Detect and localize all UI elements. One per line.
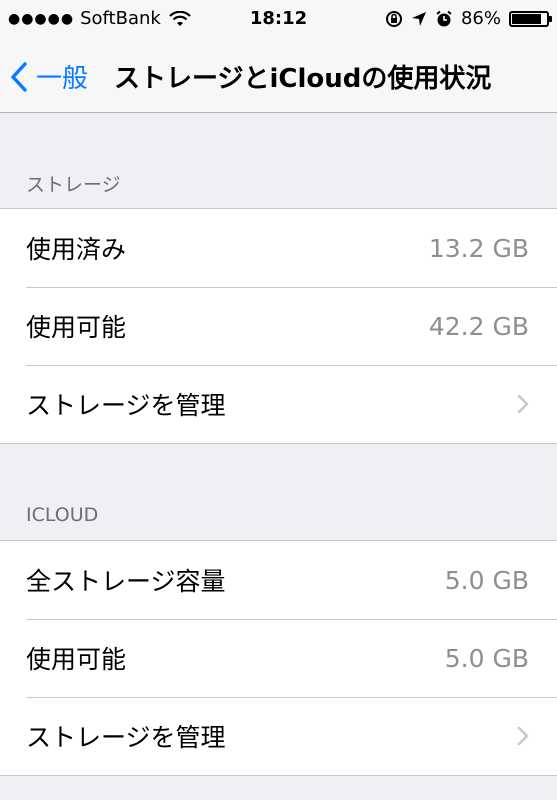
row-label: 全ストレージ容量	[26, 567, 226, 596]
chevron-right-icon	[517, 394, 529, 414]
row-manage-storage[interactable]: ストレージを管理	[0, 365, 557, 443]
chevron-right-icon	[517, 726, 529, 746]
section-header-storage: ストレージ	[26, 174, 121, 196]
rotation-lock-icon	[385, 10, 402, 27]
row-value: 13.2 GB	[428, 233, 529, 263]
row-label: ストレージを管理	[26, 391, 226, 420]
row-label: 使用済み	[26, 235, 127, 264]
row-total-storage: 全ストレージ容量 5.0 GB	[0, 541, 557, 619]
alarm-icon	[436, 10, 452, 26]
back-button[interactable]: 一般	[10, 58, 88, 95]
icloud-group: 全ストレージ容量 5.0 GB 使用可能 5.0 GB ストレージを管理	[0, 540, 557, 776]
navigation-bar: 一般 ストレージとiCloudの使用状況	[0, 40, 557, 113]
battery-percent: 86%	[460, 8, 501, 29]
page-title: ストレージとiCloudの使用状況	[114, 64, 492, 94]
back-button-label: 一般	[36, 64, 89, 94]
row-value: 5.0 GB	[444, 565, 529, 595]
row-available: 使用可能 42.2 GB	[0, 287, 557, 365]
status-bar: ●●●●● SoftBank 18:12 86%	[0, 0, 557, 40]
battery-icon	[509, 10, 552, 27]
row-value: 42.2 GB	[428, 311, 529, 341]
row-manage-icloud-storage[interactable]: ストレージを管理	[0, 697, 557, 775]
row-label: 使用可能	[26, 645, 127, 674]
row-icloud-available: 使用可能 5.0 GB	[0, 619, 557, 697]
section-header-icloud: ICLOUD	[26, 504, 99, 526]
row-label: 使用可能	[26, 313, 127, 342]
storage-group: 使用済み 13.2 GB 使用可能 42.2 GB ストレージを管理	[0, 208, 557, 444]
battery-fill	[512, 13, 541, 24]
row-used: 使用済み 13.2 GB	[0, 209, 557, 287]
row-label: ストレージを管理	[26, 723, 226, 752]
status-right: 86%	[385, 8, 552, 29]
row-value: 5.0 GB	[444, 643, 529, 673]
location-icon	[411, 11, 426, 26]
chevron-left-icon	[11, 61, 27, 92]
